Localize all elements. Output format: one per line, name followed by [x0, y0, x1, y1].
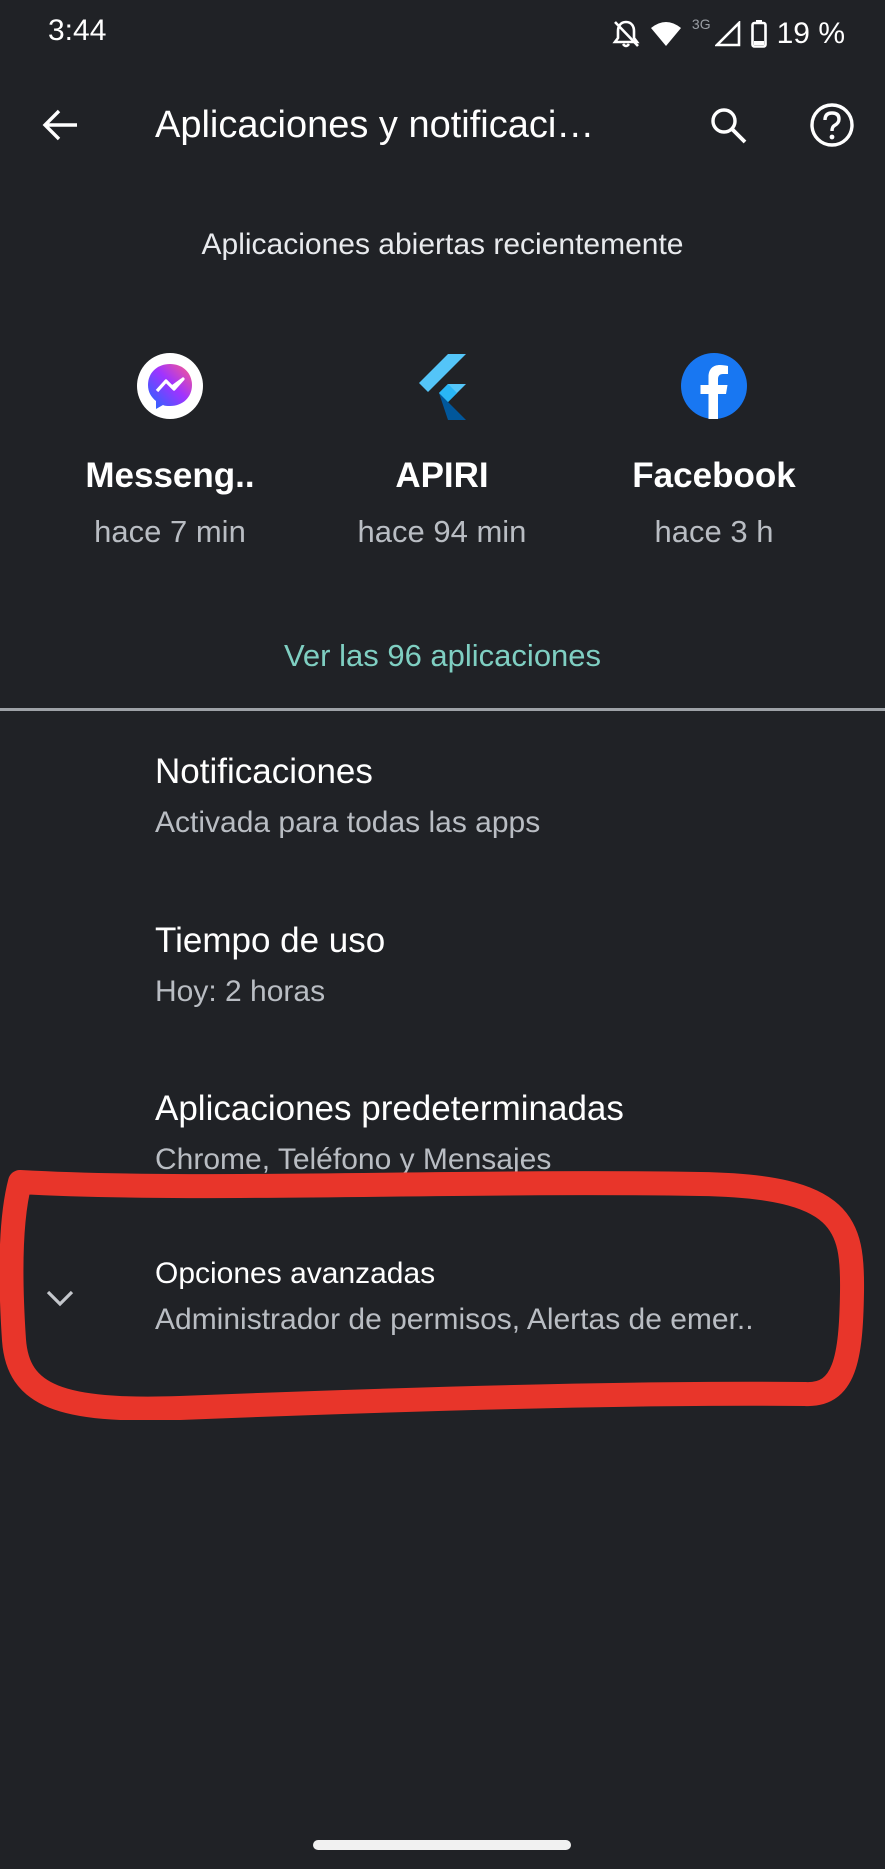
recent-app-name: Facebook	[632, 456, 796, 495]
status-icons: 3G 19 %	[612, 14, 845, 54]
help-icon	[809, 102, 855, 153]
recent-app-name: Messeng..	[85, 456, 255, 495]
recent-app-time: hace 94 min	[357, 514, 527, 549]
back-button[interactable]	[28, 95, 92, 159]
status-time: 3:44	[48, 14, 107, 47]
battery-level: 19 %	[776, 17, 845, 50]
search-icon	[708, 105, 748, 150]
settings-item-default-apps[interactable]: Aplicaciones predeterminadas Chrome, Tel…	[155, 1089, 855, 1177]
page-title: Aplicaciones y notificaci…	[155, 104, 595, 146]
flutter-icon	[408, 352, 476, 420]
recent-app-time: hace 7 min	[94, 514, 246, 549]
settings-item-notifications[interactable]: Notificaciones Activada para todas las a…	[155, 752, 855, 840]
settings-item-title: Notificaciones	[155, 752, 373, 791]
recent-apps-title: Aplicaciones abiertas recientemente	[201, 228, 684, 261]
network-type-label: 3G	[691, 16, 711, 32]
wifi-icon	[650, 21, 682, 47]
recent-app-time: hace 3 h	[654, 514, 774, 549]
facebook-icon	[680, 352, 748, 420]
highlight-annotation	[0, 1170, 865, 1420]
back-arrow-icon	[41, 108, 79, 147]
recent-app-name: APIRI	[395, 456, 489, 495]
settings-item-title: Aplicaciones predeterminadas	[155, 1089, 624, 1128]
search-button[interactable]	[696, 95, 760, 159]
messenger-icon	[136, 352, 204, 420]
recent-app-facebook[interactable]: Facebook hace 3 h	[574, 352, 854, 550]
settings-item-subtitle: Hoy: 2 horas	[155, 975, 326, 1008]
help-button[interactable]	[800, 95, 864, 159]
battery-icon	[750, 20, 767, 48]
see-all-apps-link[interactable]: Ver las 96 aplicaciones	[0, 638, 885, 674]
divider	[0, 708, 885, 711]
settings-item-screen-time[interactable]: Tiempo de uso Hoy: 2 horas	[155, 921, 855, 1009]
recent-app-apiri[interactable]: APIRI hace 94 min	[302, 352, 582, 550]
settings-item-title: Tiempo de uso	[155, 921, 386, 960]
signal-icon	[714, 21, 741, 47]
settings-item-subtitle: Activada para todas las apps	[155, 806, 541, 839]
recent-app-messenger[interactable]: Messeng.. hace 7 min	[30, 352, 310, 550]
home-gesture-handle[interactable]	[313, 1840, 571, 1850]
alarm-off-icon	[612, 19, 640, 49]
